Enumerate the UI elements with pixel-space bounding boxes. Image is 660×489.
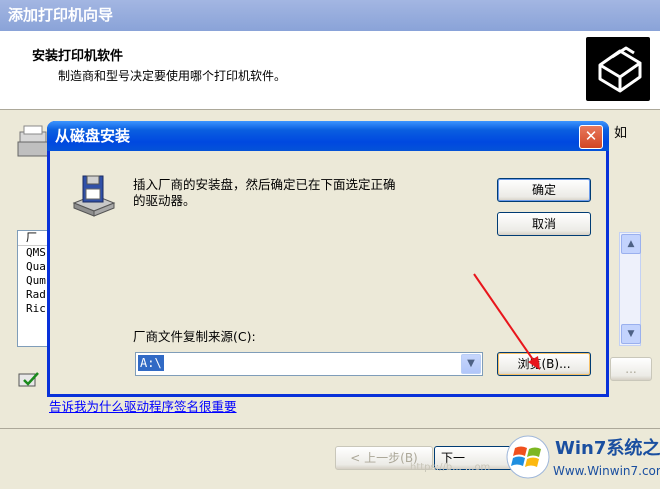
model-list-scrollbar[interactable]: ▲ ▼ <box>619 232 641 346</box>
watermark-url: Www.Winwin7.com <box>553 464 660 478</box>
scroll-up-icon[interactable]: ▲ <box>621 234 641 254</box>
close-icon[interactable]: ✕ <box>579 125 603 149</box>
list-header: 厂 <box>18 231 48 246</box>
wizard-right-text: 如 <box>614 126 628 141</box>
source-path-value[interactable]: A:\ <box>138 355 164 371</box>
header-subtitle: 制造商和型号决定要使用哪个打印机软件。 <box>58 69 287 83</box>
watermark: Win7系统之家 Www.Winwin7.com <box>505 432 660 488</box>
ok-button[interactable]: 确定 <box>497 178 591 202</box>
list-item[interactable]: Rad <box>18 288 48 302</box>
have-disk-button: ... <box>610 357 652 381</box>
list-item[interactable]: Ric <box>18 302 48 316</box>
source-label: 厂商文件复制来源(C): <box>133 329 256 344</box>
disk-drive-icon <box>71 173 117 219</box>
wizard-title-bar: 添加打印机向导 <box>0 0 660 31</box>
header-title: 安装打印机软件 <box>32 49 124 64</box>
faint-watermark-url: https://b... ...om <box>410 462 491 473</box>
watermark-brand: Win7系统之家 <box>555 438 660 459</box>
dialog-message: 插入厂商的安装盘，然后确定已在下面选定正确的驱动器。 <box>133 177 396 208</box>
scroll-down-icon[interactable]: ▼ <box>621 324 641 344</box>
windows-logo-icon <box>506 435 550 479</box>
printer-icon <box>16 124 50 166</box>
list-item[interactable]: Qum <box>18 274 48 288</box>
dialog-title-bar[interactable]: 从磁盘安装 <box>47 121 609 151</box>
wizard-header: 安装打印机软件 制造商和型号决定要使用哪个打印机软件。 <box>0 31 660 110</box>
signed-driver-icon <box>18 371 40 389</box>
cancel-button[interactable]: 取消 <box>497 212 591 236</box>
printer-setup-icon <box>586 37 650 101</box>
list-item[interactable]: QMS <box>18 246 48 260</box>
source-path-combobox[interactable]: A:\ ▼ <box>135 352 483 376</box>
manufacturer-list[interactable]: 厂 QMS Qua Qum Rad Ric <box>17 230 49 347</box>
driver-signing-link[interactable]: 告诉我为什么驱动程序签名很重要 <box>49 396 237 415</box>
list-item[interactable]: Qua <box>18 260 48 274</box>
annotation-arrow <box>473 273 540 370</box>
